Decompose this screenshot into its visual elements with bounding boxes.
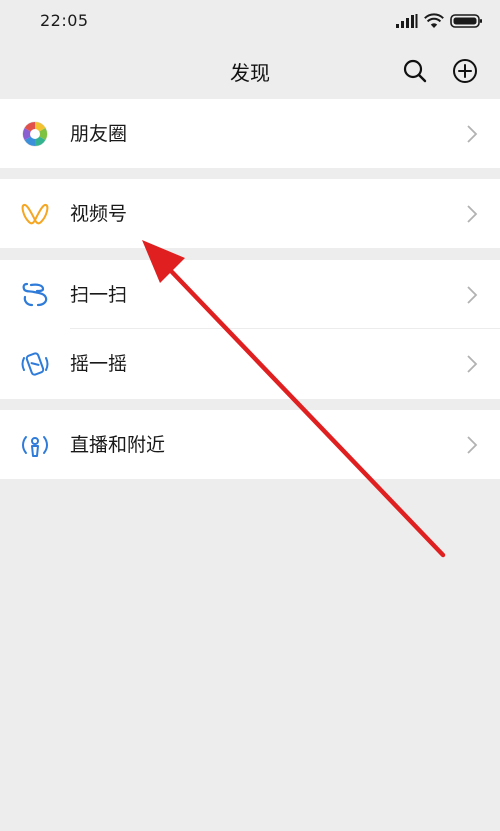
chevron-right-icon bbox=[467, 436, 478, 454]
plus-circle-icon bbox=[453, 59, 477, 83]
nav-bar: 发现 bbox=[0, 44, 500, 98]
channels-butterfly-icon bbox=[20, 199, 50, 229]
chevron-right-icon bbox=[467, 205, 478, 223]
group-channels: 视频号 bbox=[0, 179, 500, 248]
cell-live-nearby[interactable]: 直播和附近 bbox=[0, 410, 500, 479]
wifi-icon bbox=[424, 13, 444, 28]
scan-icon bbox=[20, 280, 50, 310]
cell-shake[interactable]: 摇一摇 bbox=[0, 329, 500, 398]
cell-channels[interactable]: 视频号 bbox=[0, 179, 500, 248]
chevron-right-icon bbox=[467, 286, 478, 304]
search-icon bbox=[403, 59, 427, 83]
group-scan-shake: 扫一扫 摇一摇 bbox=[0, 260, 500, 399]
chevron-right-icon bbox=[467, 355, 478, 373]
shake-icon bbox=[20, 349, 50, 379]
moments-aperture-icon bbox=[20, 119, 50, 149]
cell-label: 摇一摇 bbox=[70, 353, 128, 375]
group-moments: 朋友圈 bbox=[0, 99, 500, 168]
group-live-nearby: 直播和附近 bbox=[0, 410, 500, 479]
cell-label: 直播和附近 bbox=[70, 434, 166, 456]
add-button[interactable] bbox=[450, 56, 480, 86]
live-nearby-icon bbox=[20, 430, 50, 460]
status-time: 22:05 bbox=[40, 11, 89, 30]
cell-scan[interactable]: 扫一扫 bbox=[0, 260, 500, 329]
discover-screen: 22:05 发现 朋友圈 视频号 扫一扫 摇一摇 直播和附近 bbox=[0, 0, 500, 831]
cell-label: 朋友圈 bbox=[70, 123, 128, 145]
chevron-right-icon bbox=[467, 125, 478, 143]
status-icons bbox=[396, 10, 482, 32]
signal-icon bbox=[396, 14, 418, 28]
cell-label: 视频号 bbox=[70, 203, 128, 225]
cell-moments[interactable]: 朋友圈 bbox=[0, 99, 500, 168]
status-bar: 22:05 bbox=[0, 0, 500, 44]
search-button[interactable] bbox=[400, 56, 430, 86]
cell-label: 扫一扫 bbox=[70, 284, 128, 306]
battery-icon bbox=[450, 14, 482, 28]
